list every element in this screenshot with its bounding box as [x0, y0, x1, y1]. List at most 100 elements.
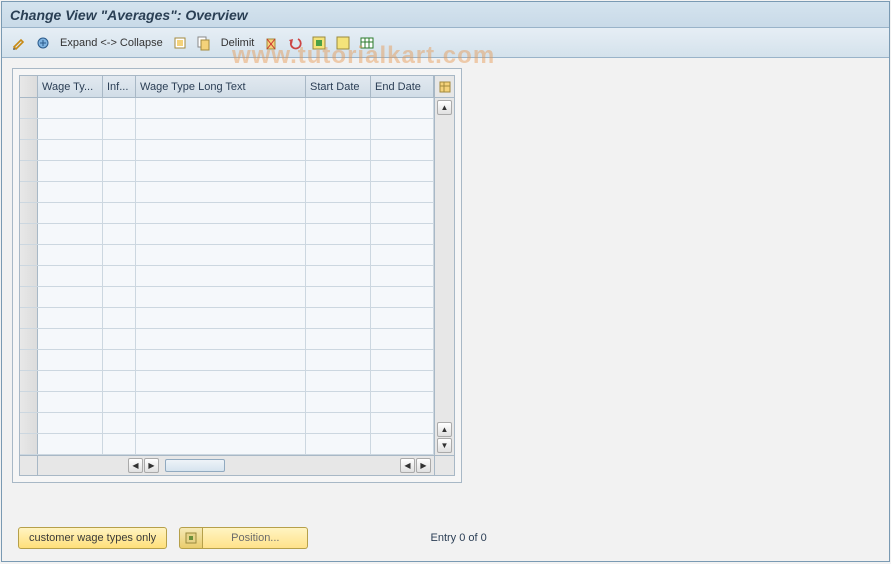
row-selector[interactable] — [20, 203, 38, 223]
row-selector[interactable] — [20, 140, 38, 160]
cell[interactable] — [103, 119, 136, 139]
cell[interactable] — [103, 392, 136, 412]
table-row[interactable] — [20, 329, 434, 350]
cell[interactable] — [136, 98, 306, 118]
row-selector[interactable] — [20, 308, 38, 328]
row-selector[interactable] — [20, 329, 38, 349]
delimit-button[interactable]: Delimit — [217, 37, 259, 49]
cell[interactable] — [306, 266, 371, 286]
cell[interactable] — [306, 98, 371, 118]
cell[interactable] — [136, 392, 306, 412]
table-row[interactable] — [20, 371, 434, 392]
cell[interactable] — [136, 182, 306, 202]
select-all-icon[interactable] — [308, 32, 330, 54]
table-row[interactable] — [20, 161, 434, 182]
cell[interactable] — [371, 329, 434, 349]
data-grid[interactable]: Wage Ty... Inf... Wage Type Long Text St… — [19, 75, 455, 476]
cell[interactable] — [371, 434, 434, 454]
cell[interactable] — [136, 161, 306, 181]
cell[interactable] — [38, 182, 103, 202]
cell[interactable] — [38, 98, 103, 118]
row-selector[interactable] — [20, 392, 38, 412]
row-selector[interactable] — [20, 434, 38, 454]
row-selector[interactable] — [20, 266, 38, 286]
cell[interactable] — [371, 245, 434, 265]
table-row[interactable] — [20, 413, 434, 434]
table-row[interactable] — [20, 287, 434, 308]
row-selector[interactable] — [20, 287, 38, 307]
row-selector[interactable] — [20, 224, 38, 244]
cell[interactable] — [103, 434, 136, 454]
cell[interactable] — [306, 287, 371, 307]
col-infotype[interactable]: Inf... — [103, 76, 136, 97]
cell[interactable] — [38, 434, 103, 454]
cell[interactable] — [38, 350, 103, 370]
cell[interactable] — [371, 266, 434, 286]
table-row[interactable] — [20, 98, 434, 119]
table-row[interactable] — [20, 350, 434, 371]
row-selector[interactable] — [20, 350, 38, 370]
cell[interactable] — [103, 413, 136, 433]
cell[interactable] — [371, 182, 434, 202]
column-config-icon[interactable] — [434, 76, 454, 97]
cell[interactable] — [38, 371, 103, 391]
cell[interactable] — [38, 203, 103, 223]
cell[interactable] — [136, 119, 306, 139]
row-selector[interactable] — [20, 371, 38, 391]
cell[interactable] — [371, 350, 434, 370]
table-row[interactable] — [20, 434, 434, 455]
pencil-toggle-icon[interactable] — [8, 32, 30, 54]
cell[interactable] — [136, 266, 306, 286]
cell[interactable] — [136, 308, 306, 328]
cell[interactable] — [38, 245, 103, 265]
cell[interactable] — [136, 203, 306, 223]
row-selector[interactable] — [20, 182, 38, 202]
cell[interactable] — [306, 203, 371, 223]
cell[interactable] — [103, 308, 136, 328]
cell[interactable] — [306, 140, 371, 160]
cell[interactable] — [306, 371, 371, 391]
cell[interactable] — [136, 224, 306, 244]
cell[interactable] — [306, 434, 371, 454]
table-row[interactable] — [20, 182, 434, 203]
scroll-right-icon[interactable]: ▶ — [144, 458, 159, 473]
delete-icon[interactable] — [260, 32, 282, 54]
cell[interactable] — [136, 287, 306, 307]
cell[interactable] — [306, 329, 371, 349]
cell[interactable] — [103, 98, 136, 118]
scroll-up-icon[interactable]: ▲ — [437, 100, 452, 115]
scroll-right2-icon[interactable]: ▶ — [416, 458, 431, 473]
cell[interactable] — [306, 245, 371, 265]
cell[interactable] — [103, 266, 136, 286]
col-start-date[interactable]: Start Date — [306, 76, 371, 97]
cell[interactable] — [306, 224, 371, 244]
cell[interactable] — [103, 203, 136, 223]
position-icon[interactable] — [179, 527, 203, 549]
scroll-left-icon[interactable]: ◀ — [128, 458, 143, 473]
cell[interactable] — [103, 224, 136, 244]
deselect-all-icon[interactable] — [332, 32, 354, 54]
table-row[interactable] — [20, 392, 434, 413]
horizontal-scrollbar[interactable]: ◀ ▶ ◀ ▶ — [20, 455, 454, 475]
table-row[interactable] — [20, 245, 434, 266]
cell[interactable] — [103, 287, 136, 307]
cell[interactable] — [306, 161, 371, 181]
cell[interactable] — [306, 350, 371, 370]
cell[interactable] — [371, 413, 434, 433]
vertical-scrollbar[interactable]: ▲ ▲ ▼ — [434, 98, 454, 455]
cell[interactable] — [371, 140, 434, 160]
table-row[interactable] — [20, 119, 434, 140]
cell[interactable] — [38, 287, 103, 307]
where-used-icon[interactable] — [32, 32, 54, 54]
table-row[interactable] — [20, 224, 434, 245]
cell[interactable] — [103, 371, 136, 391]
position-button[interactable]: Position... — [203, 527, 308, 549]
cell[interactable] — [103, 161, 136, 181]
scroll-down2-icon[interactable]: ▼ — [437, 438, 452, 453]
customer-wage-types-button[interactable]: customer wage types only — [18, 527, 167, 549]
cell[interactable] — [371, 371, 434, 391]
cell[interactable] — [103, 245, 136, 265]
table-row[interactable] — [20, 203, 434, 224]
col-end-date[interactable]: End Date — [371, 76, 434, 97]
cell[interactable] — [38, 308, 103, 328]
